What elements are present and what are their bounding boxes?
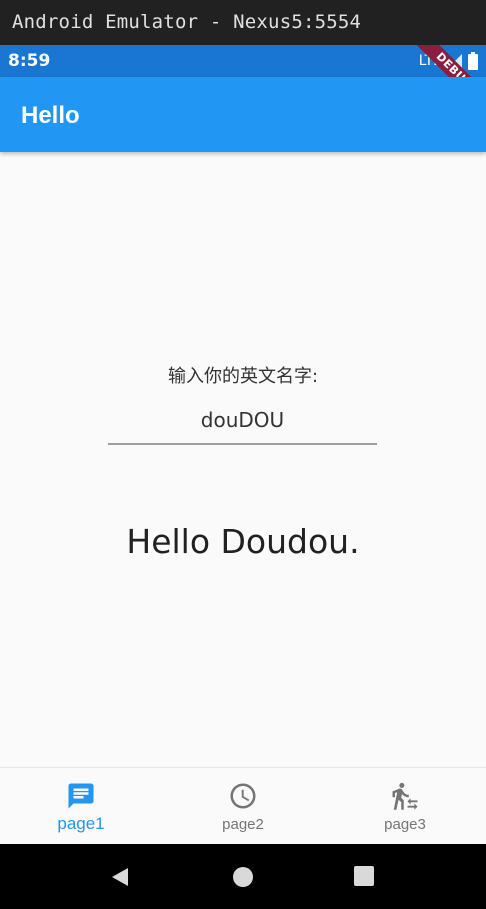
network-type: LTE (418, 53, 442, 69)
home-icon[interactable] (231, 865, 255, 889)
app-bar: Hello (0, 77, 486, 152)
nav-label-page3: page3 (384, 816, 426, 833)
system-navigation-bar (0, 844, 486, 909)
emulator-window-title: Android Emulator - Nexus5:5554 (0, 0, 486, 45)
clock-icon (230, 783, 256, 809)
battery-icon (468, 52, 478, 70)
transfer-within-station-icon (392, 782, 418, 810)
status-icons: LTE (419, 45, 478, 77)
bottom-navigation-bar: page1 page2 page3 (0, 767, 486, 845)
back-icon[interactable] (108, 865, 132, 889)
recents-icon[interactable] (353, 865, 375, 887)
english-name-input[interactable] (108, 397, 377, 445)
app-bar-title: Hello (21, 102, 80, 129)
greeting-text: Hello Doudou. (126, 522, 360, 561)
name-prompt-label: 输入你的英文名字: (167, 366, 319, 387)
status-time: 8:59 (8, 51, 51, 71)
nav-label-page1: page1 (57, 814, 105, 833)
nav-item-page3[interactable]: page3 (324, 768, 486, 845)
chat-bubble-icon (68, 783, 94, 809)
main-content: 输入你的英文名字: Hello Doudou. (0, 152, 486, 767)
nav-label-page2: page2 (222, 816, 264, 833)
signal-icon (448, 54, 462, 68)
nav-item-page2[interactable]: page2 (162, 768, 324, 845)
nav-item-page1[interactable]: page1 (0, 768, 162, 845)
status-bar: 8:59 LTE (0, 45, 486, 77)
